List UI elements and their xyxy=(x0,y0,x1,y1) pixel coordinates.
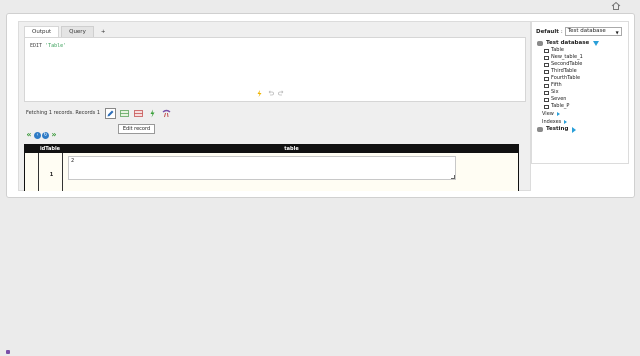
tab-output[interactable]: Output xyxy=(24,26,60,37)
tree-table[interactable]: ThirdTable xyxy=(537,68,599,75)
cell-table-value: 2 xyxy=(71,158,75,164)
table-icon xyxy=(544,62,549,67)
expand-right-icon[interactable] xyxy=(564,120,568,124)
add-record-icon[interactable] xyxy=(119,108,130,119)
editor-toolbar xyxy=(256,90,285,97)
table-name: Fifth xyxy=(551,82,562,88)
pagination: « ‹ ↻ » xyxy=(25,131,58,139)
database-icon xyxy=(537,41,543,46)
last-page-icon[interactable]: » xyxy=(50,131,58,139)
table-name: Table_P xyxy=(551,103,570,109)
tree-database-test[interactable]: Test database xyxy=(537,40,600,47)
run-icon[interactable] xyxy=(256,90,263,97)
add-tab-button[interactable]: + xyxy=(96,26,111,37)
grid-header: idTable table xyxy=(25,145,518,153)
tree-group-indexes[interactable]: Indexes xyxy=(537,118,599,126)
query-table-string: 'Table' xyxy=(45,43,67,49)
database-sidebar: Default: Test database ▼ Test database T… xyxy=(531,21,629,164)
edit-record-icon[interactable] xyxy=(105,107,117,119)
table-name: FourthTable xyxy=(551,75,581,81)
database-tree: Test database Table New_table_1 SecondTa… xyxy=(537,40,600,133)
tab-query[interactable]: Query xyxy=(61,26,94,37)
status-indicator xyxy=(6,350,10,354)
cell-table-editor[interactable]: 2 xyxy=(68,156,456,180)
table-name: Seven xyxy=(551,96,567,102)
query-panel: Output Query + EDIT 'Table' Fetching 1 r… xyxy=(18,21,531,191)
refresh-icon[interactable]: ↻ xyxy=(42,131,49,139)
commit-icon[interactable] xyxy=(147,108,158,119)
tree-table[interactable]: Seven xyxy=(537,96,599,103)
results-grid: idTable table 1 2 xyxy=(24,144,519,191)
group-name: Indexes xyxy=(542,118,562,125)
chevron-down-icon: ▼ xyxy=(615,30,619,35)
table-icon xyxy=(544,69,549,74)
table-icon xyxy=(544,55,549,60)
rollback-icon[interactable] xyxy=(161,108,172,119)
query-editor[interactable]: EDIT 'Table' xyxy=(24,37,526,102)
workspace: Output Query + EDIT 'Table' Fetching 1 r… xyxy=(6,13,635,198)
query-keyword: EDIT xyxy=(30,43,43,49)
column-header-idtable[interactable]: idTable xyxy=(38,145,62,153)
table-name: ThirdTable xyxy=(551,68,577,74)
expand-right-icon[interactable] xyxy=(556,112,560,116)
table-icon xyxy=(544,104,549,109)
group-name: View xyxy=(542,110,554,117)
table-icon xyxy=(544,83,549,88)
table-name: Six xyxy=(551,89,559,95)
table-name: SecondTable xyxy=(551,61,583,67)
tree-group-view[interactable]: View xyxy=(537,110,599,118)
default-label: Default xyxy=(536,28,559,35)
home-icon[interactable] xyxy=(611,1,621,11)
column-header-table[interactable]: table xyxy=(63,145,520,153)
query-text: EDIT 'Table' xyxy=(30,43,66,49)
database-icon xyxy=(537,127,543,132)
tree-table[interactable]: Table_P xyxy=(537,103,599,110)
expand-right-icon[interactable] xyxy=(572,126,577,133)
fetch-status: Fetching 1 records. Records 1 xyxy=(26,110,101,116)
tree-table[interactable]: Six xyxy=(537,89,599,96)
results-toolbar: Fetching 1 records. Records 1 xyxy=(26,107,175,119)
table-name: New_table_1 xyxy=(551,54,583,60)
cell-idtable[interactable]: 1 xyxy=(40,172,63,178)
tree-table[interactable]: FourthTable xyxy=(537,75,599,82)
column-divider xyxy=(38,153,39,191)
default-db-row: Default: Test database ▼ xyxy=(536,27,622,36)
expand-down-icon[interactable] xyxy=(593,41,600,46)
delete-record-icon[interactable] xyxy=(133,108,144,119)
table-icon xyxy=(544,48,549,53)
table-name: Table xyxy=(551,47,564,53)
redo-icon[interactable] xyxy=(278,90,285,97)
table-icon xyxy=(544,97,549,102)
database-select-value: Test database xyxy=(567,28,606,34)
database-name: Testing xyxy=(546,126,569,132)
table-icon xyxy=(544,76,549,81)
tree-table[interactable]: Fifth xyxy=(537,82,599,89)
edit-record-tooltip: Edit record xyxy=(118,124,155,134)
tree-table[interactable]: SecondTable xyxy=(537,61,599,68)
database-select[interactable]: Test database ▼ xyxy=(564,27,622,36)
previous-page-icon[interactable]: ‹ xyxy=(34,131,41,139)
tree-table[interactable]: New_table_1 xyxy=(537,54,599,61)
database-name: Test database xyxy=(546,40,590,46)
resize-handle[interactable] xyxy=(451,175,455,179)
tab-bar: Output Query + xyxy=(24,26,112,37)
table-icon xyxy=(544,90,549,95)
tree-table[interactable]: Table xyxy=(537,47,599,54)
undo-icon[interactable] xyxy=(267,90,274,97)
tree-database-testing[interactable]: Testing xyxy=(537,126,599,133)
first-page-icon[interactable]: « xyxy=(25,131,33,139)
